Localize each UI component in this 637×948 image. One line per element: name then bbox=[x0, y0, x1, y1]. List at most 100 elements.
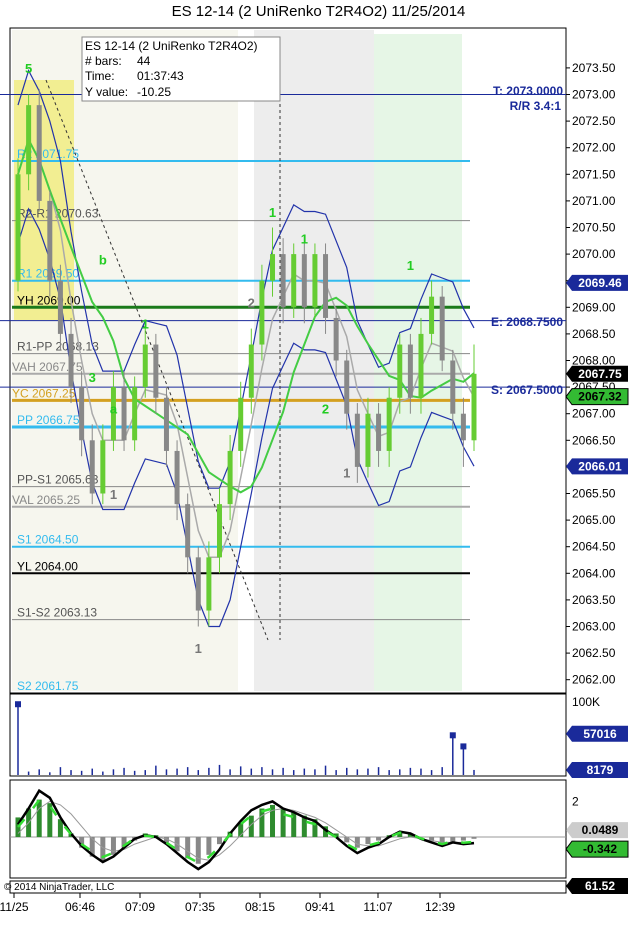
macd-badge: 0.0489 bbox=[582, 823, 619, 837]
swing-label: 1 bbox=[142, 317, 149, 332]
data-box-y-value: -10.25 bbox=[137, 85, 171, 99]
price-badge: 2067.32 bbox=[578, 390, 622, 404]
risk-reward-label: R/R 3.4:1 bbox=[510, 99, 562, 113]
macd-hist-bar bbox=[280, 808, 286, 838]
y-tick-label: 2073.00 bbox=[572, 88, 616, 102]
swing-label: 1 bbox=[195, 641, 202, 656]
target-label: T: 2073.0000 bbox=[493, 84, 563, 98]
macd-hist-bar bbox=[471, 837, 477, 839]
price-badge: 2066.01 bbox=[578, 459, 622, 473]
bar-body bbox=[386, 397, 392, 451]
bar-body bbox=[100, 440, 106, 494]
bar-body bbox=[132, 387, 138, 441]
macd-hist-bar bbox=[216, 837, 222, 845]
bar-body bbox=[291, 254, 297, 308]
level-label: VAL 2065.25 bbox=[12, 493, 80, 507]
bar-body bbox=[407, 344, 413, 398]
swing-label: 1 bbox=[110, 487, 117, 502]
swing-label: b bbox=[99, 253, 107, 268]
bar-body bbox=[365, 413, 371, 467]
x-tick-label: 08:15 bbox=[245, 900, 275, 914]
chart-svg[interactable]: R2 2071.75R2-R1 2070.63R1 2069.50YH 2069… bbox=[0, 0, 637, 948]
bar-body bbox=[312, 254, 318, 308]
data-box-bars-value: 44 bbox=[137, 54, 151, 68]
volume-badge: 57016 bbox=[583, 727, 617, 741]
volume-badge: 8179 bbox=[587, 763, 614, 777]
bar-body bbox=[26, 105, 32, 175]
bar-body bbox=[429, 296, 435, 334]
bar-body bbox=[450, 360, 456, 414]
data-box-bars-label: # bars: bbox=[85, 54, 122, 68]
level-label: PP 2066.75 bbox=[17, 413, 80, 427]
entry-label: E: 2068.7500 bbox=[491, 315, 563, 329]
bottom-badge: 61.52 bbox=[585, 879, 615, 893]
data-box-line1: ES 12-14 (2 UniRenko T2R4O2) bbox=[85, 39, 258, 53]
macd-panel: 2 -0.342 0.0489 61.52 bbox=[10, 788, 629, 894]
session-shade-mid bbox=[254, 30, 374, 691]
data-box-time-label: Time: bbox=[85, 69, 115, 83]
bar-body bbox=[174, 450, 180, 505]
bar-body bbox=[323, 254, 329, 318]
bar-body bbox=[344, 360, 350, 414]
macd-hist-bar bbox=[460, 837, 466, 841]
bar-body bbox=[206, 557, 212, 611]
level-label: S1-S2 2063.13 bbox=[17, 606, 97, 620]
bar-body bbox=[460, 413, 466, 441]
macd-hist-bar bbox=[36, 799, 42, 838]
y-tick-label: 2065.00 bbox=[572, 513, 616, 527]
price-badge: 2069.46 bbox=[578, 276, 622, 290]
bar-body bbox=[195, 557, 201, 611]
bar-body bbox=[471, 373, 477, 441]
macd-hist-bar bbox=[195, 837, 201, 864]
macd-hist-bar bbox=[185, 837, 191, 859]
macd-hist-bar bbox=[365, 837, 371, 845]
bar-body bbox=[163, 397, 169, 451]
y-tick-label: 2065.50 bbox=[572, 487, 616, 501]
x-tick-label: 09:41 bbox=[305, 900, 335, 914]
x-tick-label: 12:39 bbox=[425, 900, 455, 914]
bar-body bbox=[397, 344, 403, 398]
y-tick-label: 2067.00 bbox=[572, 407, 616, 421]
level-label: PP-S1 2065.63 bbox=[17, 473, 99, 487]
swing-label: 2 bbox=[322, 402, 329, 417]
volume-marker bbox=[460, 743, 467, 750]
bar-body bbox=[79, 387, 85, 441]
bar-body bbox=[15, 174, 21, 281]
level-label: R1-PP 2068.13 bbox=[17, 340, 99, 354]
y-tick-label: 2069.00 bbox=[572, 300, 616, 314]
bar-body bbox=[36, 105, 42, 201]
swing-label: 1 bbox=[301, 231, 308, 246]
bar-body bbox=[185, 504, 191, 558]
x-tick-label: 07:09 bbox=[125, 900, 155, 914]
bar-body bbox=[376, 413, 382, 451]
swing-label: 1 bbox=[343, 466, 350, 481]
y-tick-label: 2072.00 bbox=[572, 141, 616, 155]
bar-body bbox=[280, 254, 286, 308]
y-tick-label: 2062.50 bbox=[572, 646, 616, 660]
x-tick-label: 06:46 bbox=[65, 900, 95, 914]
bar-body bbox=[216, 504, 222, 558]
level-label: YL 2064.00 bbox=[17, 559, 78, 573]
swing-label: a bbox=[110, 402, 118, 417]
bar-body bbox=[68, 333, 74, 388]
y-tick-label: 2070.00 bbox=[572, 247, 616, 261]
bar-body bbox=[354, 413, 360, 467]
bar-body bbox=[153, 344, 159, 398]
y-tick-label: 2070.50 bbox=[572, 221, 616, 235]
x-tick-label: 07:35 bbox=[185, 900, 215, 914]
bar-body bbox=[439, 296, 445, 361]
y-tick-label: 2063.00 bbox=[572, 620, 616, 634]
swing-label: 1 bbox=[269, 205, 276, 220]
macd-hist-bar bbox=[259, 808, 265, 838]
bar-body bbox=[418, 333, 424, 398]
volume-marker bbox=[15, 701, 21, 708]
swing-label: 3 bbox=[89, 370, 96, 385]
y-tick-label: 2071.50 bbox=[572, 167, 616, 181]
bar-body bbox=[333, 317, 339, 361]
bar-body bbox=[47, 200, 53, 281]
volume-panel: 100K 57016 8179 bbox=[15, 695, 628, 778]
swing-label: 2 bbox=[248, 295, 255, 310]
volume-marker bbox=[449, 732, 456, 739]
panel-frame bbox=[9, 693, 567, 777]
bar-body bbox=[301, 254, 307, 308]
